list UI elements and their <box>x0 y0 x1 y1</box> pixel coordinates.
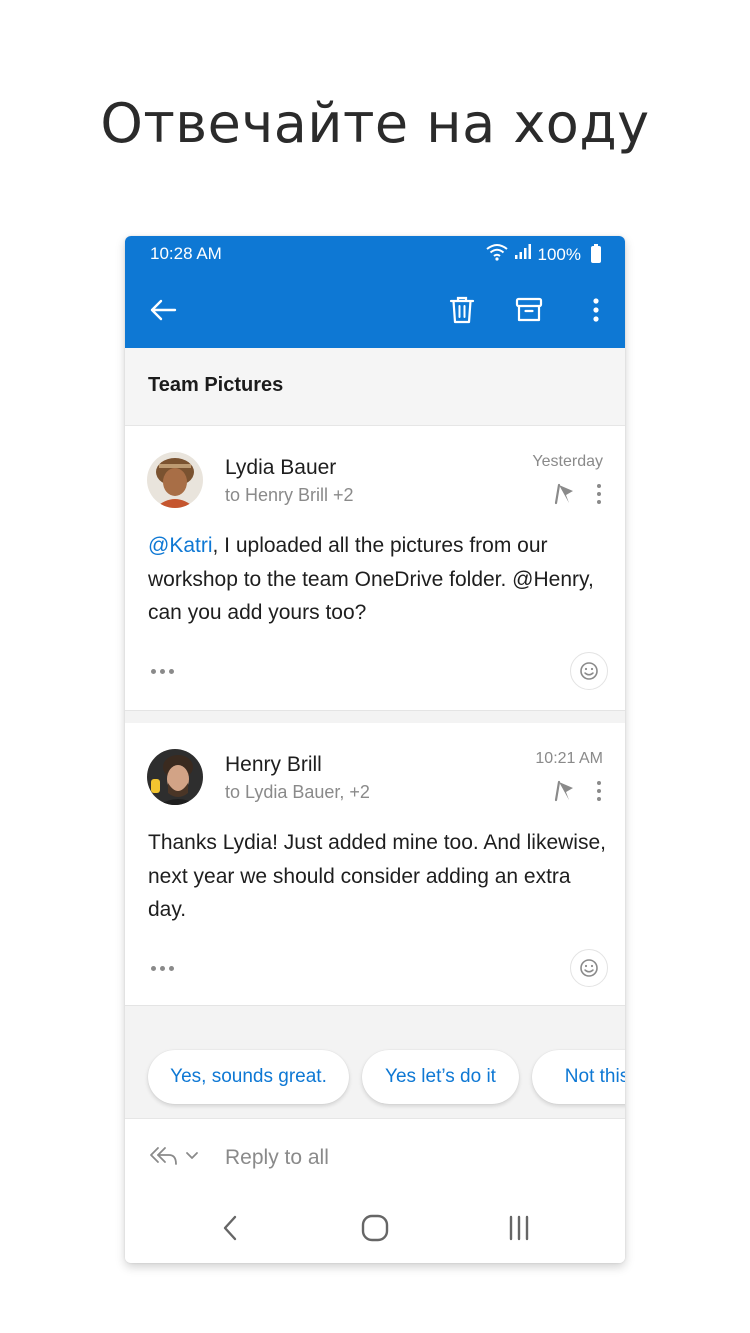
flag-icon <box>554 483 573 505</box>
dot <box>151 965 156 971</box>
dot <box>160 965 165 971</box>
reply-bar: Reply to all <box>125 1118 625 1194</box>
dot <box>597 797 601 801</box>
back-arrow-icon <box>150 299 177 321</box>
delete-button[interactable] <box>442 290 482 330</box>
dot <box>597 789 601 793</box>
home-icon <box>361 1214 389 1242</box>
dot <box>597 492 601 496</box>
message-body: @Katri, I uploaded all the pictures from… <box>148 529 608 630</box>
recipients[interactable]: to Henry Brill +2 <box>225 485 354 506</box>
recipients[interactable]: to Lydia Bauer, +2 <box>225 782 370 803</box>
flag-icon <box>554 780 573 802</box>
recents-icon <box>509 1215 529 1241</box>
suggested-reply-chip[interactable]: Not this <box>532 1050 625 1104</box>
archive-icon <box>515 297 543 322</box>
chevron-down-icon <box>186 1152 198 1159</box>
status-bar: 10:28 AM 100% <box>125 236 625 272</box>
reaction-button[interactable] <box>570 949 608 987</box>
message-more-button[interactable] <box>591 482 607 506</box>
dot <box>169 668 174 674</box>
nav-home-button[interactable] <box>355 1208 395 1248</box>
mention-link[interactable]: @Katri <box>148 534 213 557</box>
reply-input[interactable]: Reply to all <box>225 1146 329 1170</box>
message-body-text: , I uploaded all the pictures from our w… <box>148 534 594 624</box>
avatar[interactable] <box>147 749 203 805</box>
reaction-button[interactable] <box>570 652 608 690</box>
dot <box>160 668 165 674</box>
thread-subject: Team Pictures <box>148 374 284 396</box>
dot <box>597 484 601 488</box>
sender-name: Lydia Bauer <box>225 456 337 479</box>
status-time: 10:28 AM <box>150 244 222 263</box>
message-time: 10:21 AM <box>535 750 603 767</box>
dot <box>151 668 156 674</box>
nav-back-button[interactable] <box>210 1208 250 1248</box>
dot <box>169 965 174 971</box>
dot <box>597 781 601 785</box>
smiley-icon <box>580 959 598 977</box>
battery-percent: 100% <box>537 244 581 264</box>
phone-frame: 10:28 AM 100% Team Pictures Lydia Bauer … <box>125 236 625 1263</box>
chevron-left-icon <box>223 1215 237 1241</box>
message-body: Thanks Lydia! Just added mine too. And l… <box>148 831 606 921</box>
message-card[interactable]: Henry Brill to Lydia Bauer, +2 10:21 AM … <box>125 723 625 1006</box>
suggested-replies: Yes, sounds great. Yes let’s do it Not t… <box>125 1006 625 1118</box>
more-options-button[interactable] <box>576 290 616 330</box>
wifi-icon <box>485 243 508 266</box>
show-quoted-button[interactable] <box>151 664 177 678</box>
flag-button[interactable] <box>553 482 577 506</box>
subject-bar: Team Pictures <box>125 348 625 426</box>
more-vertical-icon <box>593 298 599 322</box>
nav-recents-button[interactable] <box>499 1208 539 1248</box>
trash-icon <box>449 296 475 324</box>
smiley-icon <box>580 662 598 680</box>
signal-icon <box>514 244 532 265</box>
reply-all-icon <box>150 1147 177 1165</box>
status-icons: 100% <box>485 243 601 266</box>
avatar[interactable] <box>147 452 203 508</box>
suggested-reply-chip[interactable]: Yes, sounds great. <box>148 1050 349 1104</box>
battery-icon <box>591 244 601 263</box>
back-button[interactable] <box>143 290 183 330</box>
archive-button[interactable] <box>509 290 549 330</box>
sender-name: Henry Brill <box>225 753 322 776</box>
system-nav-bar <box>125 1194 625 1263</box>
message-toolbar <box>125 272 625 348</box>
reply-mode-button[interactable] <box>149 1145 199 1167</box>
flag-button[interactable] <box>553 779 577 803</box>
message-more-button[interactable] <box>591 779 607 803</box>
suggested-reply-chip[interactable]: Yes let’s do it <box>362 1050 519 1104</box>
promo-headline: Отвечайте на ходу <box>100 92 650 155</box>
message-card[interactable]: Lydia Bauer to Henry Brill +2 Yesterday … <box>125 426 625 711</box>
show-quoted-button[interactable] <box>151 961 177 975</box>
dot <box>597 500 601 504</box>
message-divider <box>125 711 625 723</box>
message-time: Yesterday <box>532 453 603 470</box>
